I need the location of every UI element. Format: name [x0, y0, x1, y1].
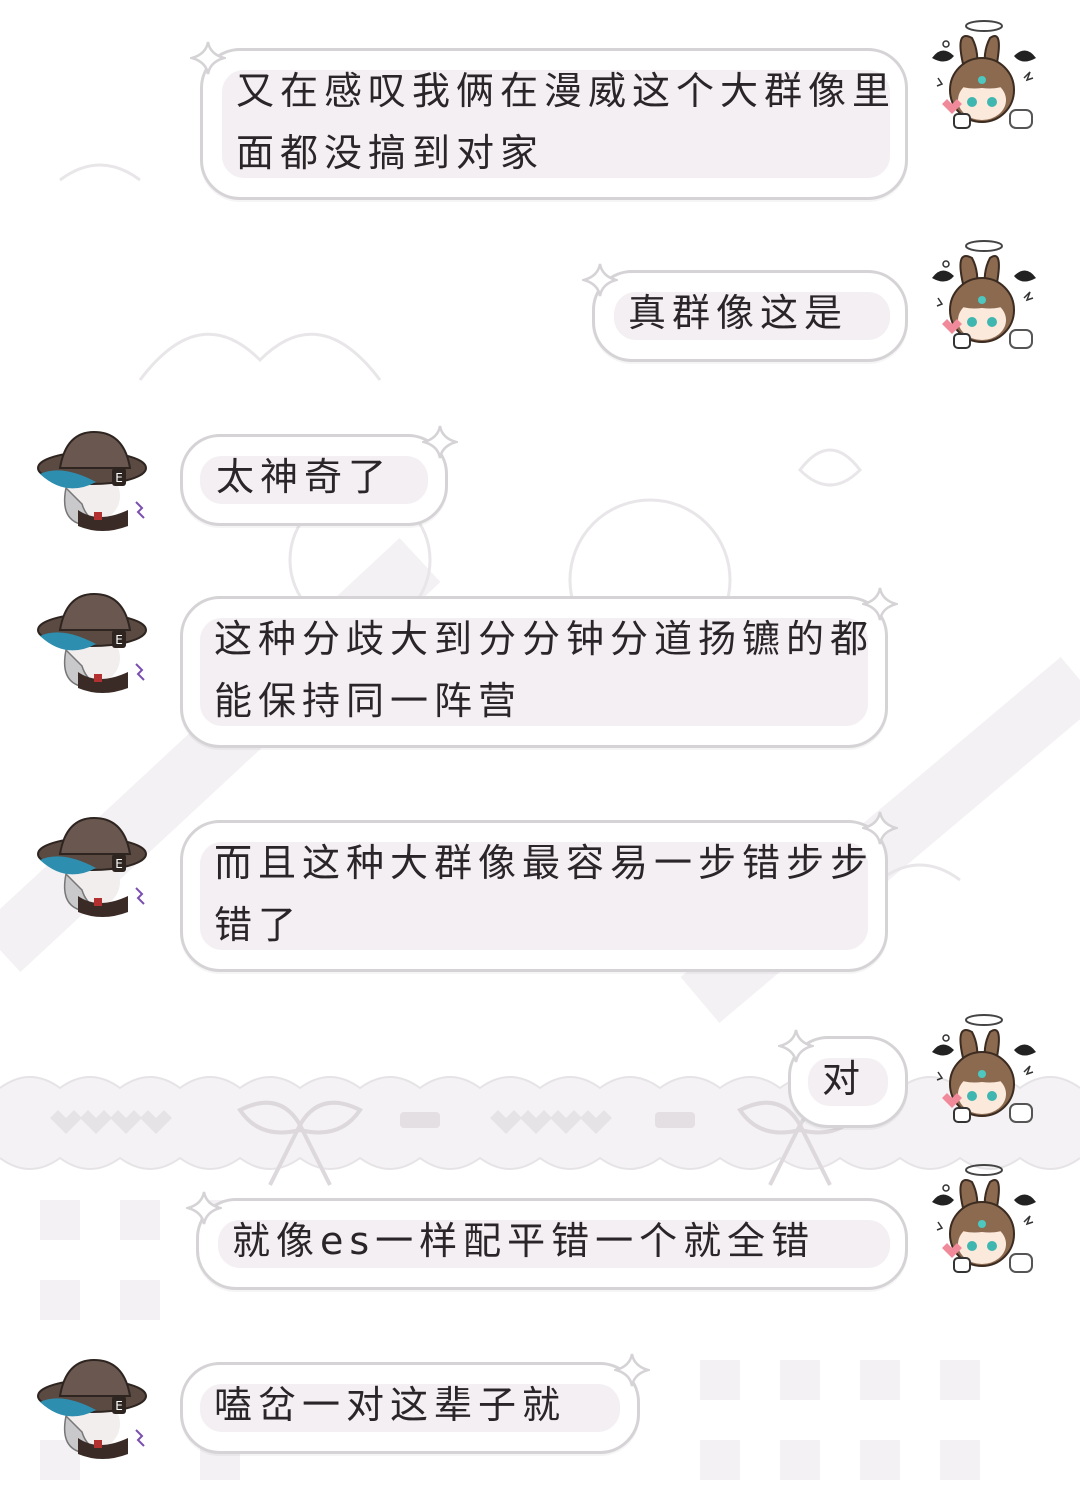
bunny-girl-avatar-icon[interactable] — [924, 1012, 1044, 1132]
message-text: 就像es一样配平错一个就全错 — [232, 1219, 816, 1263]
sparkle-icon — [862, 810, 898, 846]
sparkle-icon — [422, 424, 458, 460]
hat-boy-avatar-icon[interactable] — [34, 418, 154, 538]
message-text: 又在感叹我俩在漫威这个大群像里面都没搞到对家 — [236, 69, 897, 175]
sparkle-icon — [614, 1352, 650, 1388]
bunny-girl-avatar-icon[interactable] — [924, 18, 1044, 138]
message-text: 对 — [822, 1057, 867, 1101]
sparkle-icon — [778, 1028, 814, 1064]
hat-boy-avatar-icon[interactable] — [34, 580, 154, 700]
bunny-girl-avatar-icon[interactable] — [924, 1162, 1044, 1282]
message-text: 真群像这是 — [628, 291, 849, 335]
message-text: 而且这种大群像最容易一步错步步错了 — [214, 841, 875, 947]
sparkle-icon — [862, 586, 898, 622]
sparkle-icon — [186, 1190, 222, 1226]
sparkle-icon — [582, 262, 618, 298]
message-text: 这种分歧大到分分钟分道扬镳的都能保持同一阵营 — [214, 617, 875, 723]
hat-boy-avatar-icon[interactable] — [34, 804, 154, 924]
message-text: 嗑岔一对这辈子就 — [214, 1383, 567, 1427]
hat-boy-avatar-icon[interactable] — [34, 1346, 154, 1466]
bunny-girl-avatar-icon[interactable] — [924, 238, 1044, 358]
sparkle-icon — [190, 40, 226, 76]
message-text: 太神奇了 — [216, 455, 393, 499]
